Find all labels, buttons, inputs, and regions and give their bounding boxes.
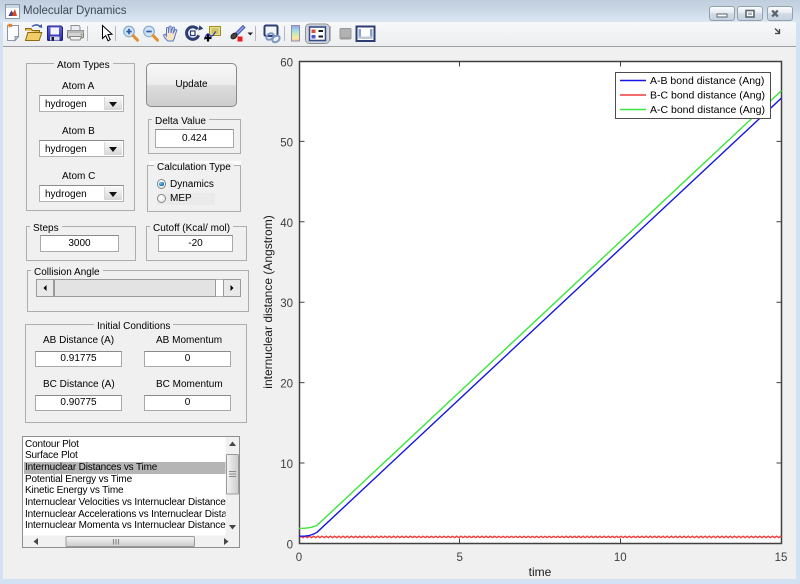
- svg-text:10: 10: [280, 459, 293, 471]
- svg-text:20: 20: [280, 379, 293, 391]
- svg-text:60: 60: [280, 58, 293, 70]
- svg-text:B-C bond distance (Ang): B-C bond distance (Ang): [650, 90, 765, 102]
- svg-text:internuclear distance (Angstro: internuclear distance (Angstrom): [261, 215, 275, 388]
- svg-text:time: time: [529, 565, 552, 579]
- svg-text:15: 15: [775, 552, 788, 564]
- svg-text:50: 50: [280, 137, 293, 149]
- svg-text:30: 30: [280, 298, 293, 310]
- svg-text:0: 0: [296, 552, 302, 564]
- svg-text:10: 10: [614, 552, 627, 564]
- svg-text:5: 5: [456, 552, 462, 564]
- svg-text:A-C bond distance (Ang): A-C bond distance (Ang): [650, 104, 765, 116]
- svg-text:0: 0: [287, 540, 293, 552]
- svg-text:A-B bond distance (Ang): A-B bond distance (Ang): [650, 75, 764, 87]
- svg-text:40: 40: [280, 218, 293, 230]
